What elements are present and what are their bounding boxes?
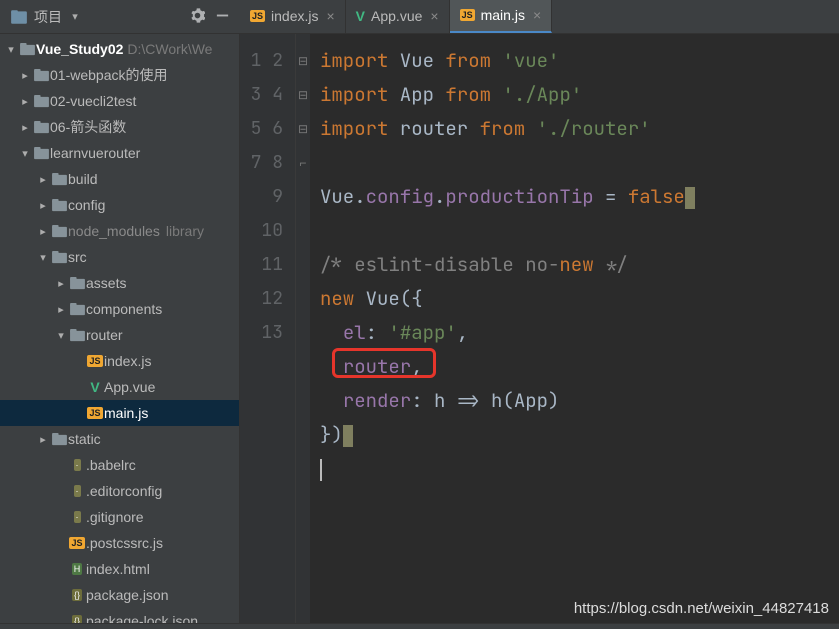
- js-icon: JS: [86, 407, 104, 419]
- tree-item[interactable]: ·.editorconfig: [0, 478, 239, 504]
- arrow-icon[interactable]: ▸: [36, 225, 50, 238]
- tree-item[interactable]: ▾learnvuerouter: [0, 140, 239, 166]
- json-icon: {}: [68, 589, 86, 601]
- tab-index-js[interactable]: JSindex.js×: [240, 0, 346, 33]
- html-icon: H: [68, 563, 86, 575]
- project-tree: ▾ Vue_Study02 D:\CWork\We ▸01-webpack的使用…: [0, 34, 240, 623]
- tab-main-js[interactable]: JSmain.js×: [450, 0, 553, 33]
- tree-item[interactable]: ▸02-vuecli2test: [0, 88, 239, 114]
- arrow-icon[interactable]: ▸: [18, 69, 32, 82]
- watermark: https://blog.csdn.net/weixin_44827418: [574, 600, 829, 617]
- highlight-box: [332, 348, 436, 378]
- tree-item[interactable]: JS.postcssrc.js: [0, 530, 239, 556]
- tree-item[interactable]: ▾src: [0, 244, 239, 270]
- folder-icon: [18, 43, 36, 56]
- tree-item[interactable]: ▸01-webpack的使用: [0, 62, 239, 88]
- tree-item[interactable]: ▸06-箭头函数: [0, 114, 239, 140]
- tree-item[interactable]: JSmain.js: [0, 400, 239, 426]
- js-icon: JS: [250, 10, 265, 22]
- arrow-icon[interactable]: ▾: [36, 251, 50, 264]
- tree-item[interactable]: ▸static: [0, 426, 239, 452]
- tree-item[interactable]: ▸components: [0, 296, 239, 322]
- fold-column[interactable]: ⊟ ⊟ ⊟ ⌐: [296, 34, 310, 623]
- line-gutter: 1 2 3 4 5 6 7 8 9 10 11 12 13: [240, 34, 296, 623]
- tree-item[interactable]: Hindex.html: [0, 556, 239, 582]
- vue-icon: V: [356, 8, 365, 24]
- folder-icon: [32, 121, 50, 134]
- folder-icon: [50, 173, 68, 186]
- folder-icon: [50, 251, 68, 264]
- arrow-icon[interactable]: ▸: [36, 199, 50, 212]
- arrow-icon[interactable]: ▸: [54, 277, 68, 290]
- folder-icon: [50, 433, 68, 446]
- tree-item[interactable]: JSindex.js: [0, 348, 239, 374]
- folder-icon: [50, 225, 68, 238]
- tree-item[interactable]: ▾router: [0, 322, 239, 348]
- folder-icon: [68, 303, 86, 316]
- close-icon[interactable]: ×: [430, 8, 438, 24]
- gear-icon[interactable]: [190, 8, 205, 26]
- file-icon: ·: [68, 459, 86, 471]
- arrow-icon[interactable]: ▸: [36, 433, 50, 446]
- arrow-icon[interactable]: ▸: [36, 173, 50, 186]
- folder-icon: [32, 147, 50, 160]
- code-editor[interactable]: import Vue from 'vue' import App from '.…: [310, 34, 839, 623]
- folder-icon: [32, 69, 50, 82]
- arrow-icon[interactable]: ▾: [18, 147, 32, 160]
- tree-item[interactable]: ▸assets: [0, 270, 239, 296]
- tree-item[interactable]: ·.babelrc: [0, 452, 239, 478]
- json-icon: {}: [68, 615, 86, 623]
- arrow-icon[interactable]: ▾: [54, 329, 68, 342]
- file-icon: ·: [68, 511, 86, 523]
- js-icon: JS: [68, 537, 86, 549]
- tree-item[interactable]: ▸build: [0, 166, 239, 192]
- arrow-icon[interactable]: ▸: [18, 121, 32, 134]
- js-icon: JS: [86, 355, 104, 367]
- tree-item[interactable]: ·.gitignore: [0, 504, 239, 530]
- folder-icon: [68, 277, 86, 290]
- chevron-down-icon[interactable]: ▾: [68, 10, 82, 23]
- file-icon: ·: [68, 485, 86, 497]
- vue-icon: V: [86, 379, 104, 395]
- close-icon[interactable]: ×: [533, 7, 541, 23]
- folder-icon: [68, 329, 86, 342]
- tree-item[interactable]: VApp.vue: [0, 374, 239, 400]
- arrow-icon[interactable]: ▸: [54, 303, 68, 316]
- tab-App-vue[interactable]: VApp.vue×: [346, 0, 450, 33]
- tree-item[interactable]: {}package.json: [0, 582, 239, 608]
- status-bar: [0, 623, 839, 629]
- collapse-icon[interactable]: [215, 8, 230, 26]
- close-icon[interactable]: ×: [326, 8, 334, 24]
- arrow-icon[interactable]: ▸: [18, 95, 32, 108]
- tree-item[interactable]: {}package-lock.json: [0, 608, 239, 623]
- project-label: 项目: [34, 7, 62, 27]
- project-icon: [10, 8, 28, 26]
- folder-icon: [32, 95, 50, 108]
- folder-icon: [50, 199, 68, 212]
- tree-item[interactable]: ▸node_moduleslibrary: [0, 218, 239, 244]
- editor-tabs: JSindex.js×VApp.vue×JSmain.js×: [240, 0, 552, 34]
- tree-item[interactable]: ▸config: [0, 192, 239, 218]
- js-icon: JS: [460, 9, 475, 21]
- tree-root[interactable]: ▾ Vue_Study02 D:\CWork\We: [0, 36, 239, 62]
